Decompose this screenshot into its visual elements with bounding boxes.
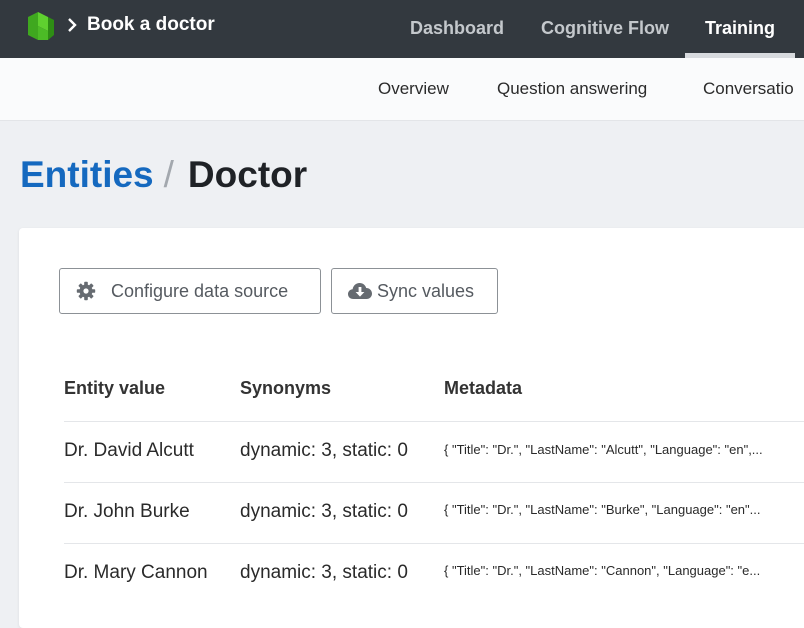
table-row-metadata[interactable]: { "Title": "Dr.", "LastName": "Burke", "…	[444, 502, 760, 517]
table-row-metadata[interactable]: { "Title": "Dr.", "LastName": "Cannon", …	[444, 563, 760, 578]
tab-dashboard[interactable]: Dashboard	[410, 0, 504, 58]
breadcrumb: Entities / Doctor	[20, 152, 307, 198]
top-bar: Book a doctor Dashboard Cognitive Flow T…	[0, 0, 804, 58]
cloud-download-icon	[348, 283, 372, 299]
breadcrumb-separator: /	[163, 154, 174, 195]
row-divider	[64, 421, 804, 422]
table-row-synonyms[interactable]: dynamic: 3, static: 0	[240, 501, 408, 523]
brand-logo-icon[interactable]	[24, 9, 56, 43]
column-header-metadata[interactable]: Metadata	[444, 378, 522, 399]
sub-navigation: Overview Question answering Conversatio	[0, 58, 804, 121]
breadcrumb-entities-link[interactable]: Entities	[20, 154, 154, 195]
configure-data-source-label: Configure data source	[111, 280, 289, 301]
subtab-conversation[interactable]: Conversatio	[703, 58, 794, 120]
table-row-metadata[interactable]: { "Title": "Dr.", "LastName": "Alcutt", …	[444, 442, 763, 457]
table-row-synonyms[interactable]: dynamic: 3, static: 0	[240, 562, 408, 584]
row-divider	[64, 482, 804, 483]
column-header-entity-value[interactable]: Entity value	[64, 378, 165, 399]
table-row-entity-value[interactable]: Dr. Mary Cannon	[64, 562, 208, 584]
subtab-question-answering[interactable]: Question answering	[497, 58, 647, 120]
tab-cognitive-flow[interactable]: Cognitive Flow	[541, 0, 669, 58]
tab-training[interactable]: Training	[684, 0, 796, 58]
column-header-synonyms[interactable]: Synonyms	[240, 378, 331, 399]
table-row-synonyms[interactable]: dynamic: 3, static: 0	[240, 440, 408, 462]
row-divider	[64, 543, 804, 544]
sync-values-label: Sync values	[377, 280, 475, 301]
page-title: Doctor	[187, 154, 308, 195]
sync-values-button[interactable]: Sync values	[331, 268, 498, 314]
table-row-entity-value[interactable]: Dr. John Burke	[64, 501, 190, 523]
table-row-entity-value[interactable]: Dr. David Alcutt	[64, 440, 194, 462]
configure-data-source-button[interactable]: Configure data source	[59, 268, 321, 314]
app-title[interactable]: Book a doctor	[87, 14, 215, 36]
subtab-overview[interactable]: Overview	[378, 58, 449, 120]
entity-card: Configure data source Sync values Entity…	[19, 228, 804, 628]
gear-icon	[76, 281, 96, 301]
chevron-right-icon	[68, 18, 77, 32]
